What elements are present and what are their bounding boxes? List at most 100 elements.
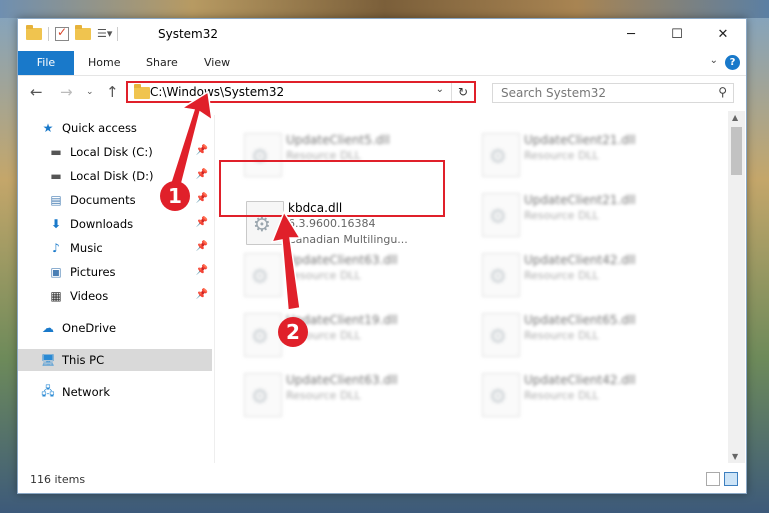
search-input[interactable]: Search System32 ⚲	[492, 83, 734, 103]
folder-icon	[134, 84, 150, 99]
close-button[interactable]: ✕	[700, 19, 746, 49]
file-name: UpdateClient65.dll	[524, 313, 636, 327]
file-item[interactable]: UpdateClient65.dll Resource DLL	[474, 307, 704, 363]
file-name: UpdateClient63.dll	[286, 373, 398, 387]
item-count: 116 items	[30, 473, 86, 486]
sidebar-item-label: Local Disk (D:)	[70, 169, 154, 183]
sidebar-item-onedrive[interactable]: ☁ OneDrive	[40, 317, 212, 339]
tab-home[interactable]: Home	[88, 51, 120, 75]
status-bar: 116 items	[18, 469, 746, 491]
dll-file-icon	[244, 373, 282, 417]
details-view-icon[interactable]	[706, 472, 720, 486]
sidebar-item-videos[interactable]: ▦ Videos 📌	[48, 285, 212, 307]
sidebar-item-local-disk-d[interactable]: ▬ Local Disk (D:) 📌	[48, 165, 212, 187]
navigation-bar: ← → ⌄ ↑ C:\Windows\System32 ⌄ ↻ Search S…	[18, 77, 746, 109]
file-item[interactable]: UpdateClient63.dll Resource DLL	[236, 247, 466, 303]
videos-icon: ▦	[50, 289, 62, 303]
sidebar-item-label: Music	[70, 241, 103, 255]
chevron-down-icon[interactable]: ⌄	[436, 84, 444, 95]
scroll-down-icon[interactable]: ▼	[732, 452, 738, 461]
music-icon: ♪	[52, 241, 60, 255]
computer-icon: 🖥	[40, 353, 56, 367]
refresh-icon[interactable]: ↻	[451, 83, 474, 101]
file-type: Resource DLL	[524, 389, 599, 402]
forward-arrow-icon[interactable]: →	[60, 83, 73, 101]
back-arrow-icon[interactable]: ←	[30, 83, 43, 101]
sidebar-item-local-disk-c[interactable]: ▬ Local Disk (C:) 📌	[48, 141, 212, 163]
file-item[interactable]: UpdateClient63.dll Resource DLL	[236, 367, 466, 423]
file-name: UpdateClient42.dll	[524, 253, 636, 267]
help-icon[interactable]: ?	[725, 55, 740, 70]
dll-file-icon	[244, 253, 282, 297]
cloud-icon: ☁	[42, 321, 54, 335]
qat-separator	[48, 27, 49, 41]
address-bar[interactable]: C:\Windows\System32 ⌄ ↻	[126, 81, 476, 103]
view-toggle	[706, 472, 738, 486]
file-item[interactable]: UpdateClient21.dll Resource DLL	[474, 187, 704, 243]
window-title: System32	[158, 27, 219, 41]
file-type: Resource DLL	[286, 269, 361, 282]
file-description: Canadian Multilingu...	[288, 233, 408, 246]
file-name: UpdateClient63.dll	[286, 253, 398, 267]
vertical-scrollbar[interactable]: ▲ ▼	[728, 111, 745, 463]
file-item[interactable]: UpdateClient42.dll Resource DLL	[474, 367, 704, 423]
sidebar-item-this-pc[interactable]: 🖥 This PC	[18, 349, 212, 371]
tab-file[interactable]: File	[18, 51, 74, 75]
properties-icon[interactable]	[55, 25, 69, 41]
pin-icon: 📌	[195, 265, 208, 276]
recent-locations-chevron-icon[interactable]: ⌄	[86, 87, 94, 97]
ribbon-tabs: File Home Share View ⌄ ?	[18, 51, 746, 76]
address-path: C:\Windows\System32	[150, 85, 285, 99]
sidebar-item-quick-access[interactable]: ★ Quick access	[40, 117, 212, 139]
up-arrow-icon[interactable]: ↑	[106, 83, 119, 101]
file-item[interactable]: UpdateClient21.dll Resource DLL	[474, 127, 704, 183]
tab-share[interactable]: Share	[146, 51, 178, 75]
chevron-down-icon[interactable]: ⌄	[710, 55, 718, 66]
tiles-view-icon[interactable]	[724, 472, 738, 486]
dll-file-icon	[482, 253, 520, 297]
sidebar-item-label: Videos	[70, 289, 109, 303]
dll-file-icon	[244, 313, 282, 357]
scroll-thumb[interactable]	[731, 127, 742, 175]
pictures-icon: ▣	[50, 265, 62, 279]
drive-icon: ▬	[50, 169, 62, 183]
dll-file-icon	[482, 313, 520, 357]
file-item[interactable]: UpdateClient19.dll Resource DLL	[236, 307, 466, 363]
pin-icon: 📌	[195, 289, 208, 300]
downloads-icon: ⬇	[50, 217, 62, 231]
star-icon: ★	[42, 121, 54, 135]
file-name: UpdateClient42.dll	[524, 373, 636, 387]
sidebar-item-music[interactable]: ♪ Music 📌	[48, 237, 212, 259]
sidebar-item-label: Quick access	[62, 121, 137, 135]
file-name: UpdateClient21.dll	[524, 133, 636, 147]
window-controls: ─ ☐ ✕	[608, 19, 746, 49]
pin-icon: 📌	[195, 169, 208, 180]
drive-icon: ▬	[50, 145, 62, 159]
maximize-button[interactable]: ☐	[654, 19, 700, 49]
file-item[interactable]: UpdateClient42.dll Resource DLL	[474, 247, 704, 303]
file-type: Resource DLL	[286, 389, 361, 402]
desktop-background	[0, 0, 769, 18]
pin-icon: 📌	[195, 217, 208, 228]
sidebar-item-pictures[interactable]: ▣ Pictures 📌	[48, 261, 212, 283]
qat-separator	[117, 27, 118, 41]
minimize-button[interactable]: ─	[608, 19, 654, 49]
pin-icon: 📌	[195, 241, 208, 252]
file-type: Resource DLL	[524, 149, 599, 162]
pin-icon: 📌	[195, 145, 208, 156]
sidebar-item-downloads[interactable]: ⬇ Downloads 📌	[48, 213, 212, 235]
navigation-pane: ★ Quick access ▬ Local Disk (C:) 📌 ▬ Loc…	[18, 115, 214, 463]
file-name: UpdateClient21.dll	[524, 193, 636, 207]
dll-file-icon	[482, 133, 520, 177]
customize-icon[interactable]: ☰▾	[97, 27, 112, 41]
pin-icon: 📌	[195, 193, 208, 204]
new-folder-icon[interactable]	[75, 25, 91, 40]
search-placeholder: Search System32	[501, 86, 607, 100]
file-name: UpdateClient5.dll	[286, 133, 390, 147]
sidebar-item-network[interactable]: 🖧 Network	[40, 381, 212, 403]
scroll-up-icon[interactable]: ▲	[732, 113, 738, 122]
tab-view[interactable]: View	[204, 51, 230, 75]
file-explorer-window: ☰▾ System32 ─ ☐ ✕ File Home Share View ⌄…	[17, 18, 747, 494]
sidebar-item-label: Local Disk (C:)	[70, 145, 153, 159]
file-type: Resource DLL	[524, 209, 599, 222]
